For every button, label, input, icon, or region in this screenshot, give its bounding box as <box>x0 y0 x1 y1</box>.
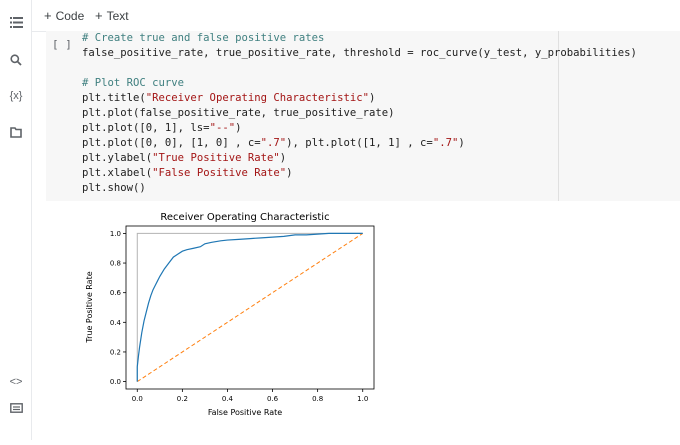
search-icon[interactable] <box>8 52 24 68</box>
code-line: plt.title("Receiver Operating Characteri… <box>82 92 376 104</box>
folder-icon[interactable] <box>8 124 24 140</box>
code-line: false_positive_rate, true_positive_rate,… <box>82 47 637 59</box>
x-tick-label: 0.6 <box>267 395 279 403</box>
roc-chart: Receiver Operating Characteristic 0.0 0.2… <box>85 212 375 417</box>
code-editor[interactable]: # Create true and false positive rates fa… <box>82 31 637 196</box>
code-line: # Plot ROC curve <box>82 77 185 89</box>
code-snippets-glyph: <> <box>9 376 23 388</box>
code-line: plt.xlabel("False Positive Rate") <box>82 167 293 179</box>
cell-output: Receiver Operating Characteristic 0.0 0.2… <box>46 201 680 440</box>
left-sidebar: {x} <> <box>0 0 32 440</box>
variables-icon[interactable]: {x} <box>8 88 24 104</box>
y-tick-label: 0.8 <box>110 260 121 268</box>
code-line: plt.ylabel("True Positive Rate") <box>82 152 287 164</box>
variables-glyph: {x} <box>9 90 23 102</box>
add-code-label: Code <box>55 9 85 23</box>
terminal-icon[interactable] <box>8 400 24 416</box>
plot-frame <box>125 225 375 390</box>
x-tick-label: 0.8 <box>312 395 323 403</box>
y-tick-label: 0.0 <box>110 378 121 386</box>
y-axis-label: True Positive Rate <box>85 271 94 343</box>
add-text-button[interactable]: + Text <box>95 8 129 23</box>
code-snippets-icon[interactable]: <> <box>8 374 24 390</box>
x-tick-label: 0.4 <box>222 395 234 403</box>
code-line: # Create true and false positive rates <box>82 32 325 44</box>
x-tick-label: 0.2 <box>177 395 188 403</box>
x-tick-label: 0.0 <box>132 395 143 403</box>
table-of-contents-icon[interactable] <box>8 14 24 30</box>
plus-icon: + <box>44 8 52 23</box>
chart-title: Receiver Operating Characteristic <box>160 212 329 223</box>
x-axis-label: False Positive Rate <box>208 408 282 417</box>
y-tick-label: 0.6 <box>110 289 122 297</box>
code-line: plt.show() <box>82 182 146 194</box>
code-line: plt.plot([0, 1], ls="--") <box>82 122 242 134</box>
y-tick-label: 0.4 <box>110 319 122 327</box>
code-line: plt.plot(false_positive_rate, true_posit… <box>82 107 395 119</box>
run-cell-button[interactable]: [ ] <box>52 38 72 51</box>
y-tick-label: 1.0 <box>110 230 121 238</box>
x-tick-label: 1.0 <box>357 395 368 403</box>
notebook-toolbar: + Code + Text <box>32 0 680 32</box>
add-code-button[interactable]: + Code <box>44 8 84 23</box>
y-tick-label: 0.2 <box>110 348 121 356</box>
code-line: plt.plot([0, 0], [1, 0] , c=".7"), plt.p… <box>82 137 465 149</box>
plus-icon: + <box>95 8 103 23</box>
add-text-label: Text <box>106 9 129 23</box>
